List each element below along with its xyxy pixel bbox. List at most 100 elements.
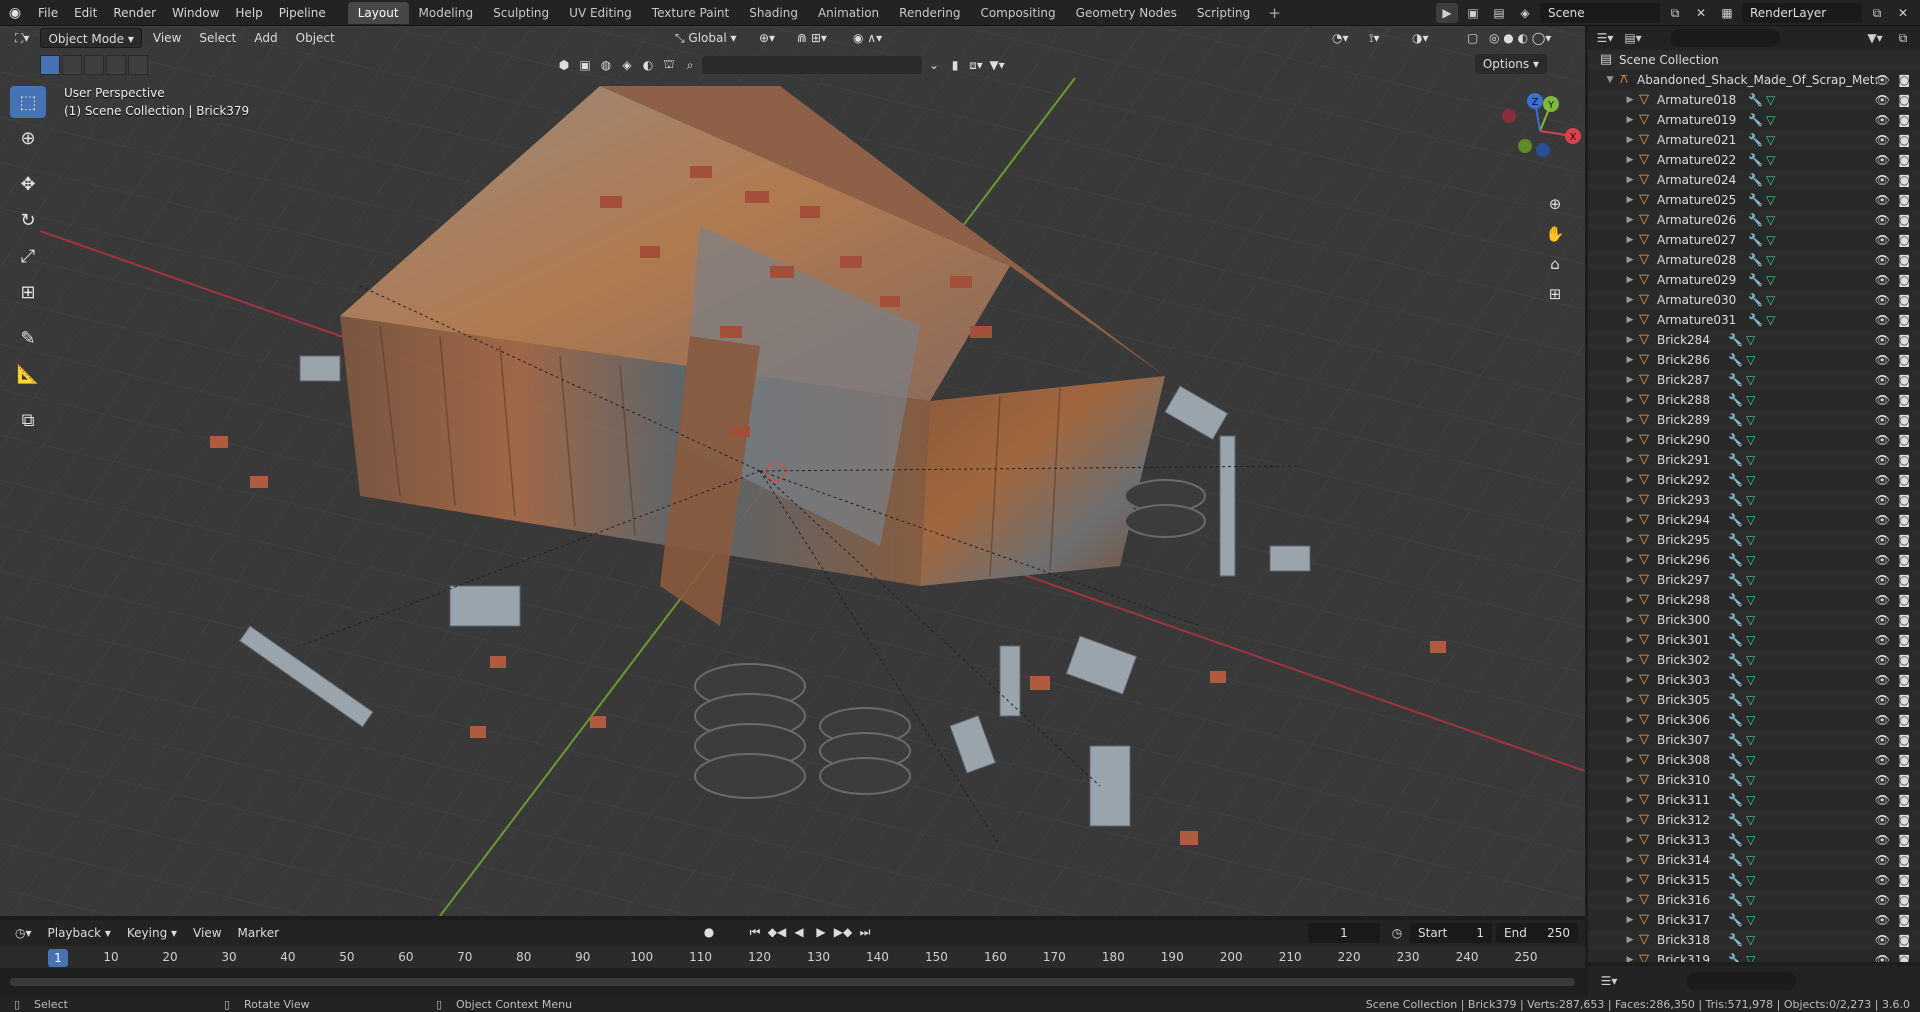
transform-tool-icon[interactable]: ⊞ [10,276,46,308]
render-image-icon[interactable]: ▣ [1462,3,1484,23]
visibility-eye-icon[interactable]: 👁 [1875,133,1890,147]
modifier-wrench-icon[interactable]: 🔧 [1728,653,1743,667]
mesh-data-icon[interactable]: ▽ [1746,553,1755,567]
mode-dropdown[interactable]: Object Mode ▾ [40,28,142,48]
render-camera-icon[interactable]: ◙ [1898,633,1910,647]
navigation-gizmo[interactable]: Y Z X ⊕ ✋ ⌂ ⊞ [1495,86,1585,326]
expand-arrow-icon[interactable]: ▶ [1624,635,1636,645]
mesh-data-icon[interactable]: ▽ [1746,493,1755,507]
outliner-item[interactable]: ▶ ▽ Brick284 🔧 ▽ 👁 ◙ [1588,330,1920,350]
visibility-eye-icon[interactable]: 👁 [1875,653,1890,667]
expand-arrow-icon[interactable]: ▶ [1624,835,1636,845]
3d-viewport[interactable]: ⛶▾ Object Mode ▾ View Select Add Object … [0,26,1585,916]
render-camera-icon[interactable]: ◙ [1898,853,1910,867]
menu-pipeline[interactable]: Pipeline [271,0,334,26]
measure-tool-icon[interactable]: 📐 [10,358,46,390]
modifier-wrench-icon[interactable]: 🔧 [1728,613,1743,627]
new-collection-icon[interactable]: ⧉ [1892,28,1914,48]
visibility-eye-icon[interactable]: 👁 [1875,453,1890,467]
ortho-grid-icon[interactable]: ⊞ [1541,280,1569,308]
render-camera-icon[interactable]: ◙ [1898,173,1910,187]
expand-arrow-icon[interactable]: ▶ [1624,115,1636,125]
render-camera-icon[interactable]: ◙ [1898,353,1910,367]
render-camera-icon[interactable]: ◙ [1898,773,1910,787]
tab-shading[interactable]: Shading [739,2,808,24]
outliner-item[interactable]: ▶ ▽ Armature029 🔧 ▽ 👁 ◙ [1588,270,1920,290]
modifier-wrench-icon[interactable]: 🔧 [1748,173,1763,187]
outliner-item[interactable]: ▶ ▽ Brick292 🔧 ▽ 👁 ◙ [1588,470,1920,490]
menu-render[interactable]: Render [105,0,164,26]
outliner-item[interactable]: ▶ ▽ Brick303 🔧 ▽ 👁 ◙ [1588,670,1920,690]
outliner-item[interactable]: ▶ ▽ Armature027 🔧 ▽ 👁 ◙ [1588,230,1920,250]
mesh-data-icon[interactable]: ▽ [1766,313,1775,327]
select-box-tool-icon[interactable]: ⬚ [10,86,46,118]
visibility-eye-icon[interactable]: 👁 [1875,113,1890,127]
visibility-eye-icon[interactable]: 👁 [1875,253,1890,267]
expand-arrow-icon[interactable]: ▶ [1624,275,1636,285]
render-camera-icon[interactable]: ◙ [1898,793,1910,807]
proportional-edit-icon[interactable]: ◉ ∧▾ [846,28,889,48]
outliner-item[interactable]: ▶ ▽ Brick315 🔧 ▽ 👁 ◙ [1588,870,1920,890]
mesh-data-icon[interactable]: ▽ [1746,793,1755,807]
mesh-data-icon[interactable]: ▽ [1746,373,1755,387]
scene-filter-icon[interactable]: ⛫ [660,56,678,74]
visibility-eye-icon[interactable]: 👁 [1875,933,1890,947]
modifier-wrench-icon[interactable]: 🔧 [1728,593,1743,607]
render-camera-icon[interactable]: ◙ [1898,593,1910,607]
mesh-data-icon[interactable]: ▽ [1746,513,1755,527]
visibility-eye-icon[interactable]: 👁 [1875,633,1890,647]
expand-arrow-icon[interactable]: ▶ [1624,775,1636,785]
outliner-item[interactable]: ▶ ▽ Armature022 🔧 ▽ 👁 ◙ [1588,150,1920,170]
outliner-item[interactable]: ▶ ▽ Brick318 🔧 ▽ 👁 ◙ [1588,930,1920,950]
tab-uv-editing[interactable]: UV Editing [559,2,642,24]
outliner-item[interactable]: ▶ ▽ Brick319 🔧 ▽ 👁 ◙ [1588,950,1920,962]
expand-arrow-icon[interactable]: ▶ [1624,535,1636,545]
modifier-wrench-icon[interactable]: 🔧 [1728,953,1743,962]
render-camera-icon[interactable]: ◙ [1898,513,1910,527]
select-intersect-icon[interactable] [128,55,148,75]
expand-arrow-icon[interactable]: ▶ [1624,915,1636,925]
modifier-wrench-icon[interactable]: 🔧 [1728,853,1743,867]
outliner-item[interactable]: ▶ ▽ Brick300 🔧 ▽ 👁 ◙ [1588,610,1920,630]
mesh-data-icon[interactable]: ▽ [1766,253,1775,267]
tab-animation[interactable]: Animation [808,2,889,24]
outliner-item[interactable]: ▶ ▽ Brick293 🔧 ▽ 👁 ◙ [1588,490,1920,510]
expand-arrow-icon[interactable]: ▶ [1624,515,1636,525]
visibility-eye-icon[interactable]: 👁 [1875,373,1890,387]
expand-arrow-icon[interactable]: ▶ [1624,595,1636,605]
material-filter-icon[interactable]: ◍ [597,56,615,74]
mesh-data-icon[interactable]: ▽ [1746,613,1755,627]
expand-arrow-icon[interactable]: ▶ [1624,695,1636,705]
modifier-wrench-icon[interactable]: 🔧 [1728,333,1743,347]
visibility-eye-icon[interactable]: 👁 [1875,273,1890,287]
render-camera-icon[interactable]: ◙ [1898,493,1910,507]
visibility-eye-icon[interactable]: 👁 [1875,853,1890,867]
properties-search-input[interactable] [1686,972,1796,990]
expand-arrow-icon[interactable]: ▶ [1624,395,1636,405]
modifier-wrench-icon[interactable]: 🔧 [1728,873,1743,887]
modifier-wrench-icon[interactable]: 🔧 [1728,713,1743,727]
view-layer-selector[interactable]: RenderLayer [1742,3,1862,23]
expand-arrow-icon[interactable]: ▶ [1624,855,1636,865]
expand-arrow-icon[interactable]: ▶ [1624,135,1636,145]
blender-logo-icon[interactable]: ◉ [0,0,30,26]
render-camera-icon[interactable]: ◙ [1898,813,1910,827]
visibility-eye-icon[interactable]: 👁 [1875,593,1890,607]
visibility-eye-icon[interactable]: 👁 [1875,673,1890,687]
tab-geometry-nodes[interactable]: Geometry Nodes [1066,2,1187,24]
jump-start-icon[interactable]: ⏮ [746,923,764,941]
modifier-wrench-icon[interactable]: 🔧 [1748,213,1763,227]
mesh-data-icon[interactable]: ▽ [1746,833,1755,847]
camera-view-icon[interactable]: ⌂ [1541,250,1569,278]
mesh-data-icon[interactable]: ▽ [1746,333,1755,347]
outliner-item[interactable]: ▶ ▽ Brick308 🔧 ▽ 👁 ◙ [1588,750,1920,770]
modifier-wrench-icon[interactable]: 🔧 [1728,433,1743,447]
render-camera-icon[interactable]: ◙ [1898,693,1910,707]
texture-filter-icon[interactable]: ◈ [618,56,636,74]
expand-arrow-icon[interactable]: ▶ [1624,415,1636,425]
visibility-eye-icon[interactable]: 👁 [1875,893,1890,907]
mesh-data-icon[interactable]: ▽ [1746,893,1755,907]
menu-file[interactable]: File [30,0,66,26]
mesh-data-icon[interactable]: ▽ [1746,693,1755,707]
visibility-eye-icon[interactable]: 👁 [1875,93,1890,107]
